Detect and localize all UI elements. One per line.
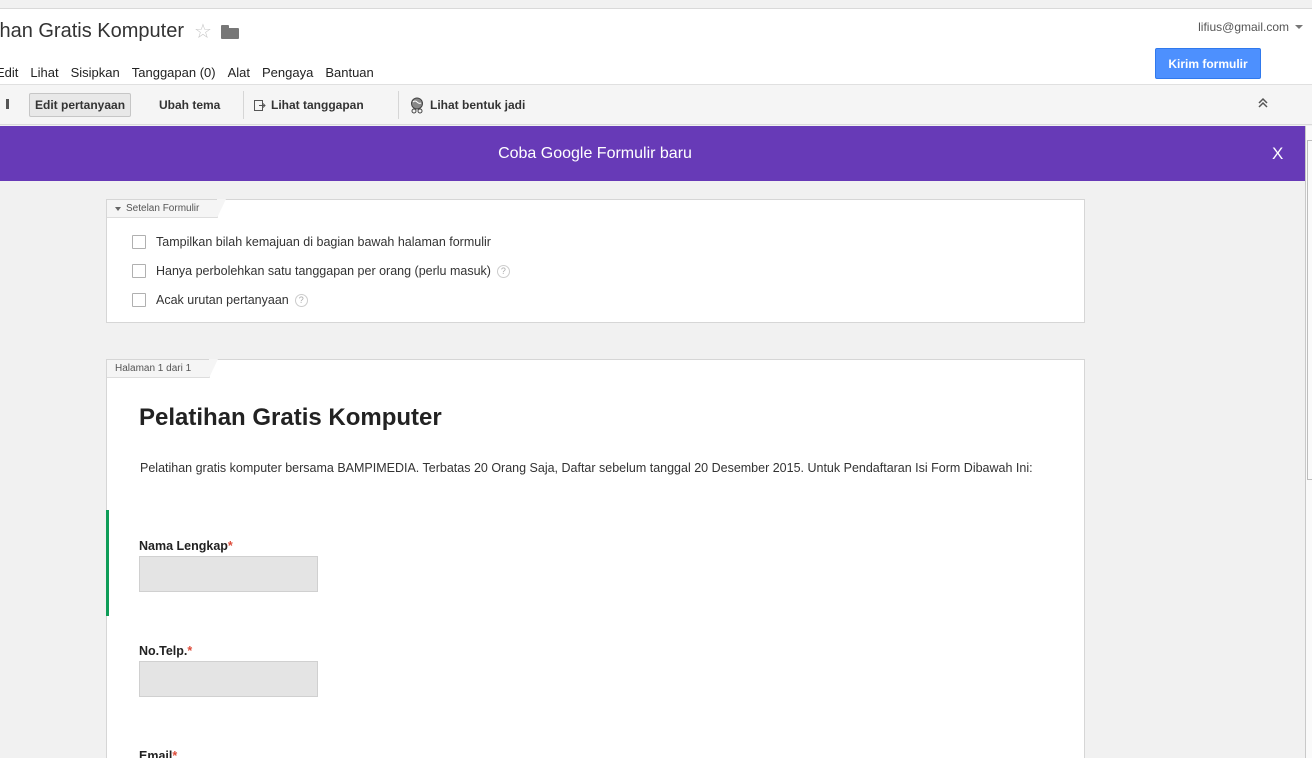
toolbar-separator xyxy=(398,91,399,119)
active-question-indicator xyxy=(106,510,109,616)
toolbar: Edit pertanyaan Ubah tema Lihat tanggapa… xyxy=(0,84,1312,125)
star-icon[interactable]: ☆ xyxy=(194,22,212,42)
question-label[interactable]: No.Telp.* xyxy=(139,644,192,658)
page-tab: Halaman 1 dari 1 xyxy=(107,359,219,378)
new-forms-banner[interactable]: Coba Google Formulir baru X xyxy=(0,126,1305,181)
folder-icon[interactable] xyxy=(220,25,239,39)
globe-icon xyxy=(409,97,425,114)
question-label[interactable]: Email* xyxy=(139,749,177,758)
form-settings-panel: Setelan Formulir Tampilkan bilah kemajua… xyxy=(106,199,1085,323)
divider xyxy=(0,8,1312,9)
shuffle-checkbox[interactable] xyxy=(132,293,146,307)
view-live-form-button[interactable]: Lihat bentuk jadi xyxy=(404,93,530,117)
progress-bar-checkbox[interactable] xyxy=(132,235,146,249)
name-input[interactable] xyxy=(139,556,318,592)
menu-insert[interactable]: Sisipkan xyxy=(71,65,120,80)
menu-responses[interactable]: Tanggapan (0) xyxy=(132,65,216,80)
help-icon[interactable]: ? xyxy=(294,293,308,307)
option-label: Hanya perbolehkan satu tanggapan per ora… xyxy=(156,264,491,278)
title-row: ihan Gratis Komputer ☆ xyxy=(0,20,239,43)
menu-edit[interactable]: Edit xyxy=(0,65,18,80)
help-icon[interactable]: ? xyxy=(496,264,510,278)
open-external-icon xyxy=(254,99,266,112)
menu-help[interactable]: Bantuan xyxy=(325,65,373,80)
settings-tab-label: Setelan Formulir xyxy=(126,203,200,214)
caret-down-icon xyxy=(115,206,121,211)
view-responses-label: Lihat tanggapan xyxy=(271,98,364,112)
app-header: ihan Gratis Komputer ☆ Edit Lihat Sisipk… xyxy=(0,0,1312,84)
collapse-chevrons-icon[interactable] xyxy=(1257,97,1269,111)
banner-text[interactable]: Coba Google Formulir baru xyxy=(0,145,1190,163)
send-form-button[interactable]: Kirim formulir xyxy=(1155,48,1261,79)
phone-input[interactable] xyxy=(139,661,318,697)
account-email: lifius@gmail.com xyxy=(1198,20,1289,34)
option-shuffle[interactable]: Acak urutan pertanyaan ? xyxy=(132,293,308,307)
menu-view[interactable]: Lihat xyxy=(30,65,58,80)
view-responses-button[interactable]: Lihat tanggapan xyxy=(249,93,369,117)
menu-tools[interactable]: Alat xyxy=(228,65,250,80)
toolbar-edge-icon xyxy=(6,99,9,109)
form-description[interactable]: Pelatihan gratis komputer bersama BAMPIM… xyxy=(140,460,1040,477)
edit-questions-button[interactable]: Edit pertanyaan xyxy=(29,93,132,117)
change-theme-button[interactable]: Ubah tema xyxy=(154,93,225,117)
settings-tab[interactable]: Setelan Formulir xyxy=(107,199,227,218)
menu-addons[interactable]: Pengaya xyxy=(262,65,313,80)
scrollbar-thumb[interactable] xyxy=(1307,140,1312,480)
option-label: Tampilkan bilah kemajuan di bagian bawah… xyxy=(156,235,491,249)
form-page: Halaman 1 dari 1 Pelatihan Gratis Komput… xyxy=(106,359,1085,758)
menu-bar: Edit Lihat Sisipkan Tanggapan (0) Alat P… xyxy=(0,65,386,80)
required-marker: * xyxy=(187,644,193,658)
doc-title[interactable]: ihan Gratis Komputer xyxy=(0,20,184,43)
question-text: Email xyxy=(139,749,173,758)
caret-down-icon xyxy=(1295,25,1303,29)
required-marker: * xyxy=(227,539,233,553)
option-progress-bar[interactable]: Tampilkan bilah kemajuan di bagian bawah… xyxy=(132,235,491,249)
banner-close-button[interactable]: X xyxy=(1272,144,1283,164)
option-label: Acak urutan pertanyaan xyxy=(156,293,289,307)
question-text: Nama Lengkap xyxy=(139,539,228,553)
account-switcher[interactable]: lifius@gmail.com xyxy=(1198,20,1303,34)
one-response-checkbox[interactable] xyxy=(132,264,146,278)
view-live-form-label: Lihat bentuk jadi xyxy=(430,98,526,112)
question-text: No.Telp. xyxy=(139,644,188,658)
required-marker: * xyxy=(172,749,178,758)
option-one-response[interactable]: Hanya perbolehkan satu tanggapan per ora… xyxy=(132,264,510,278)
toolbar-separator xyxy=(243,91,244,119)
question-label[interactable]: Nama Lengkap* xyxy=(139,539,233,553)
form-title[interactable]: Pelatihan Gratis Komputer xyxy=(139,404,442,432)
